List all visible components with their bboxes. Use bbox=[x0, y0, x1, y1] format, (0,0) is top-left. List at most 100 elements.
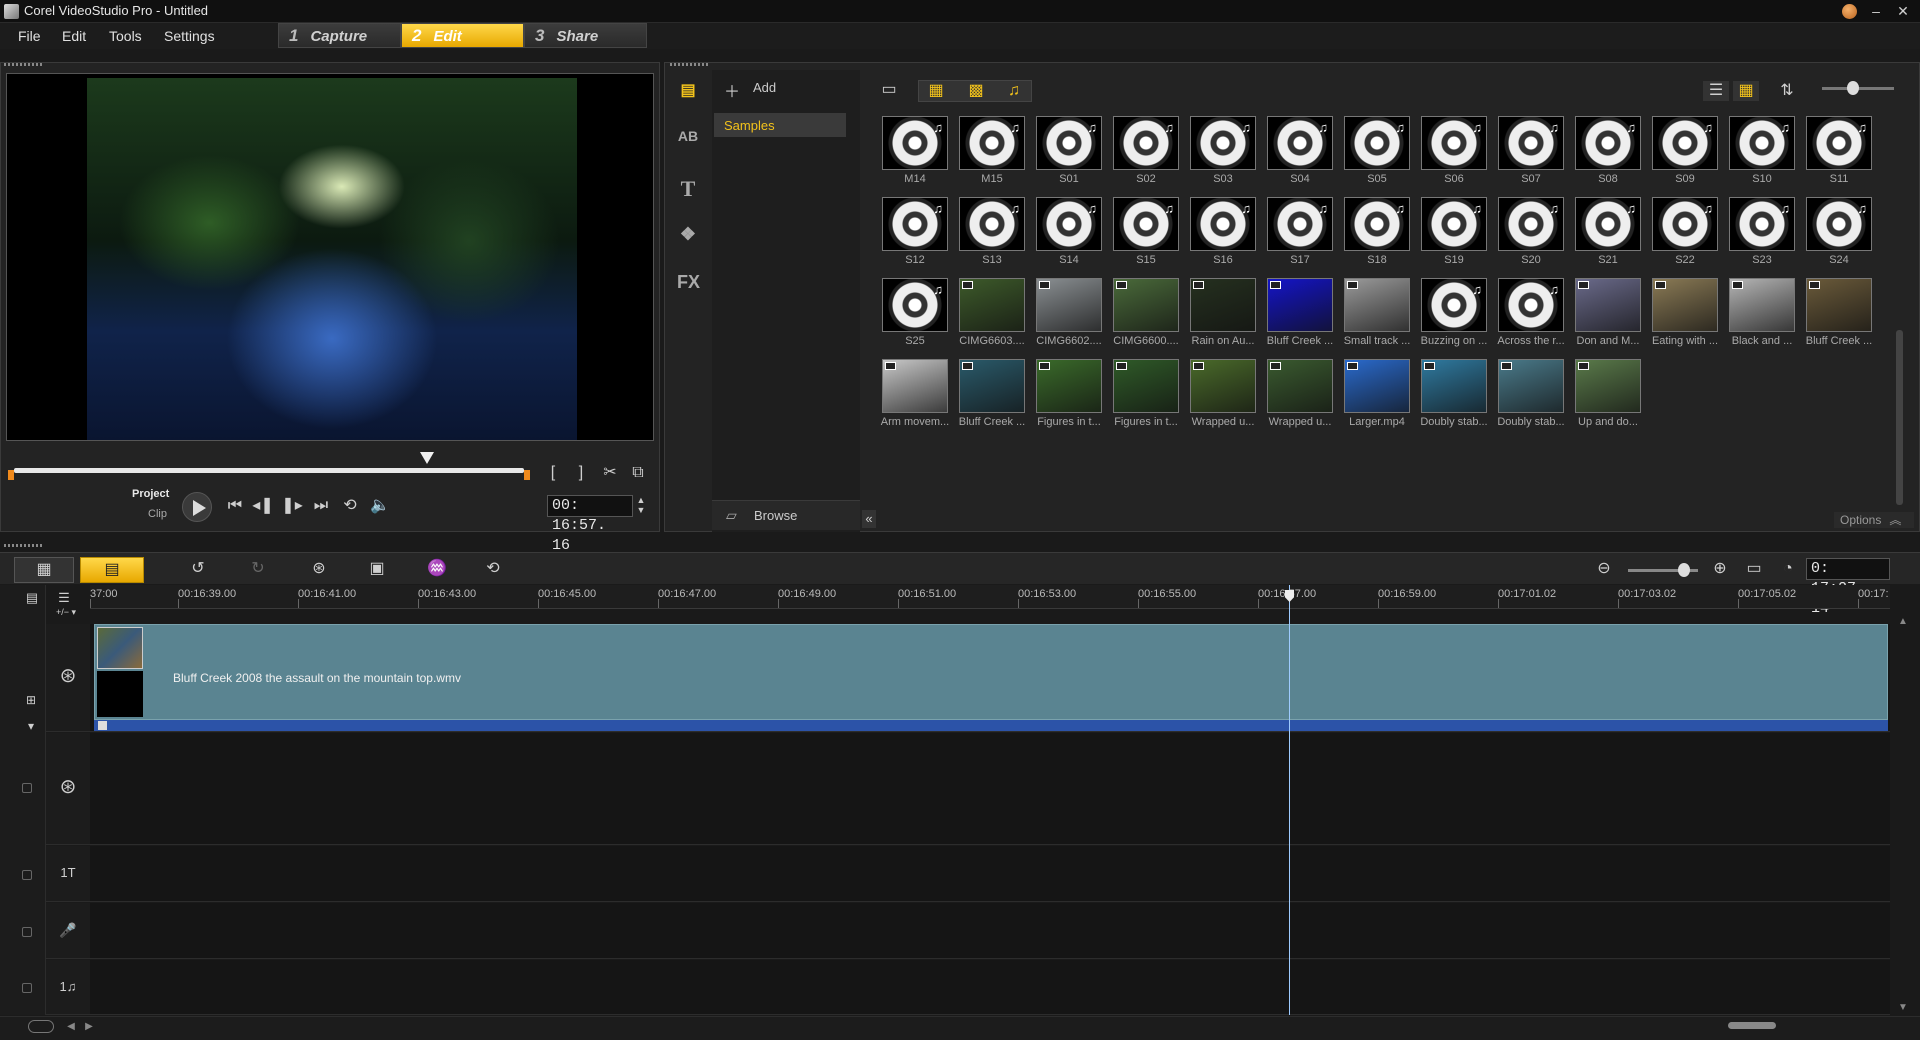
library-thumbnail[interactable]: Larger.mp4 bbox=[1342, 359, 1412, 437]
add-folder-button[interactable]: Add bbox=[753, 80, 776, 95]
library-thumbnail[interactable]: ♫ S25 bbox=[880, 278, 950, 356]
library-thumbnail[interactable]: ♫ S20 bbox=[1496, 197, 1566, 275]
library-thumbnail[interactable]: ♫ S03 bbox=[1188, 116, 1258, 194]
library-scrollbar[interactable] bbox=[1896, 330, 1903, 505]
close-button[interactable]: ✕ bbox=[1893, 2, 1913, 20]
library-thumbnail[interactable]: ♫ S07 bbox=[1496, 116, 1566, 194]
library-thumbnail[interactable]: Figures in t... bbox=[1111, 359, 1181, 437]
browse-button[interactable]: ▱ Browse bbox=[712, 500, 860, 530]
menu-tools[interactable]: Tools bbox=[109, 28, 142, 44]
options-button[interactable]: Options ︽ bbox=[1834, 512, 1914, 528]
home-icon[interactable]: ⏮ bbox=[224, 496, 246, 516]
mark-in-button[interactable]: [ bbox=[545, 463, 561, 483]
library-thumbnail[interactable]: ♫ S06 bbox=[1419, 116, 1489, 194]
zoom-out-icon[interactable]: ⊖ bbox=[1594, 559, 1614, 579]
thumbnail-view-icon[interactable]: ▦ bbox=[1733, 81, 1759, 101]
previous-frame-icon[interactable]: ◂❚ bbox=[252, 496, 274, 516]
library-thumbnail[interactable]: ♫ S08 bbox=[1573, 116, 1643, 194]
tab-edit[interactable]: 2 Edit bbox=[401, 23, 524, 48]
transition-icon[interactable]: AB bbox=[677, 128, 699, 150]
library-thumbnail[interactable]: ♫ S23 bbox=[1727, 197, 1797, 275]
panel-grip[interactable] bbox=[4, 63, 44, 66]
trim-end-marker[interactable] bbox=[524, 470, 530, 480]
library-thumbnail[interactable]: ♫ S04 bbox=[1265, 116, 1335, 194]
library-thumbnail[interactable]: ♫ S10 bbox=[1727, 116, 1797, 194]
menu-settings[interactable]: Settings bbox=[164, 28, 215, 44]
zoom-in-icon[interactable]: ⊕ bbox=[1710, 559, 1730, 579]
volume-icon[interactable]: 🔈 bbox=[369, 496, 391, 516]
smart-proxy-icon[interactable]: ▣ bbox=[364, 559, 390, 579]
timeline-ruler[interactable]: 37:00 00:16:39.00 00:16:41.00 00:16:43.00 00… bbox=[90, 585, 1890, 609]
timeline-view-icon[interactable]: ▤ bbox=[80, 557, 144, 583]
minimize-button[interactable]: – bbox=[1866, 2, 1886, 20]
redo-icon[interactable]: ↻ bbox=[246, 559, 270, 579]
timeline-vertical-scrollbar[interactable]: ▲ ▼ bbox=[1892, 610, 1916, 1015]
record-capture-icon[interactable]: ⊛ bbox=[306, 559, 332, 579]
library-thumbnail[interactable]: Arm movem... bbox=[880, 359, 950, 437]
fit-project-icon[interactable]: ▭ bbox=[1744, 559, 1764, 579]
add-icon[interactable]: ＋ bbox=[724, 78, 740, 102]
timecode-stepper[interactable]: ▲ ▼ bbox=[636, 495, 646, 515]
scroll-right-icon[interactable]: ▶ bbox=[82, 1018, 96, 1036]
library-thumbnail[interactable]: ♫ S15 bbox=[1111, 197, 1181, 275]
sound-mixer-icon[interactable]: ♒ bbox=[424, 559, 450, 579]
voice-track-header[interactable]: 🎤 bbox=[46, 903, 90, 959]
library-thumbnail[interactable]: Figures in t... bbox=[1034, 359, 1104, 437]
library-thumbnail[interactable]: Bluff Creek ... bbox=[957, 359, 1027, 437]
scrub-thumb[interactable] bbox=[420, 452, 435, 464]
video-track-header[interactable]: ⊛ bbox=[46, 624, 90, 732]
music-track-lock-icon[interactable] bbox=[22, 983, 32, 993]
library-thumbnail[interactable]: ♫ S11 bbox=[1804, 116, 1874, 194]
scrub-bar[interactable] bbox=[14, 468, 524, 473]
library-thumbnail[interactable]: ♫ M15 bbox=[957, 116, 1027, 194]
library-thumbnail[interactable]: ♫ Buzzing on ... bbox=[1419, 278, 1489, 356]
end-icon[interactable]: ⏭ bbox=[310, 496, 332, 516]
library-thumbnail[interactable]: Wrapped u... bbox=[1188, 359, 1258, 437]
timeline-video-clip[interactable]: Bluff Creek 2008 the assault on the moun… bbox=[94, 624, 1888, 720]
folder-icon[interactable]: ▭ bbox=[878, 80, 900, 100]
library-thumbnail[interactable]: CIMG6602.... bbox=[1034, 278, 1104, 356]
thumbnail-size-handle[interactable] bbox=[1847, 81, 1859, 95]
library-thumbnail[interactable]: Doubly stab... bbox=[1419, 359, 1489, 437]
library-thumbnail[interactable]: Eating with ... bbox=[1650, 278, 1720, 356]
tab-capture[interactable]: 1 Capture bbox=[278, 23, 401, 48]
show-videos-icon[interactable]: ▦ bbox=[922, 81, 950, 101]
next-frame-icon[interactable]: ❚▸ bbox=[281, 496, 303, 516]
scroll-left-icon[interactable]: ◀ bbox=[64, 1018, 78, 1036]
overlay-track-lock-icon[interactable] bbox=[22, 783, 32, 793]
title-icon[interactable]: T bbox=[677, 176, 699, 201]
library-thumbnail[interactable]: ♫ S01 bbox=[1034, 116, 1104, 194]
library-thumbnail[interactable]: ♫ Across the r... bbox=[1496, 278, 1566, 356]
duration-clock-icon[interactable]: ◔ bbox=[1778, 559, 1798, 579]
library-thumbnail[interactable]: Wrapped u... bbox=[1265, 359, 1335, 437]
preview-timecode[interactable]: 00: 16:57. 16 bbox=[547, 495, 633, 554]
timeline-bottom-toggle[interactable] bbox=[28, 1020, 54, 1033]
scroll-up-icon[interactable]: ▲ bbox=[1898, 616, 1908, 627]
ripple-edit-icon[interactable]: ⊞ bbox=[18, 690, 44, 710]
repeat-icon[interactable]: ⟲ bbox=[339, 496, 361, 516]
library-thumbnail[interactable]: Black and ... bbox=[1727, 278, 1797, 356]
library-thumbnail[interactable]: ♫ S05 bbox=[1342, 116, 1412, 194]
ripple-dropdown-icon[interactable]: ▾ bbox=[18, 716, 44, 736]
mode-clip[interactable]: Clip bbox=[148, 508, 167, 520]
library-thumbnail[interactable]: Up and do... bbox=[1573, 359, 1643, 437]
music-track[interactable] bbox=[90, 960, 1890, 1015]
library-thumbnail[interactable]: ♫ S16 bbox=[1188, 197, 1258, 275]
timeline-horizontal-scroll-thumb[interactable] bbox=[1728, 1022, 1776, 1029]
library-thumbnail[interactable]: Bluff Creek ... bbox=[1265, 278, 1335, 356]
mode-project[interactable]: Project bbox=[132, 488, 169, 500]
auto-music-icon[interactable]: ⟲ bbox=[480, 559, 506, 579]
music-track-header[interactable]: 1♫ bbox=[46, 960, 90, 1015]
library-thumbnail[interactable]: ♫ M14 bbox=[880, 116, 950, 194]
help-icon[interactable] bbox=[1842, 4, 1857, 19]
library-thumbnail[interactable]: ♫ S12 bbox=[880, 197, 950, 275]
track-add-icon[interactable]: +/− ▾ bbox=[48, 607, 84, 617]
media-icon[interactable]: ▤ bbox=[677, 80, 699, 102]
graphic-icon[interactable]: ❖ bbox=[677, 224, 699, 246]
sort-icon[interactable]: ⇅ bbox=[1776, 81, 1798, 101]
storyboard-view-icon[interactable]: ▦ bbox=[14, 557, 74, 583]
show-photos-icon[interactable]: ▩ bbox=[962, 81, 990, 101]
title-track-lock-icon[interactable] bbox=[22, 870, 32, 880]
panel-grip[interactable] bbox=[4, 544, 44, 547]
show-audio-icon[interactable]: ♫ bbox=[1000, 81, 1028, 101]
